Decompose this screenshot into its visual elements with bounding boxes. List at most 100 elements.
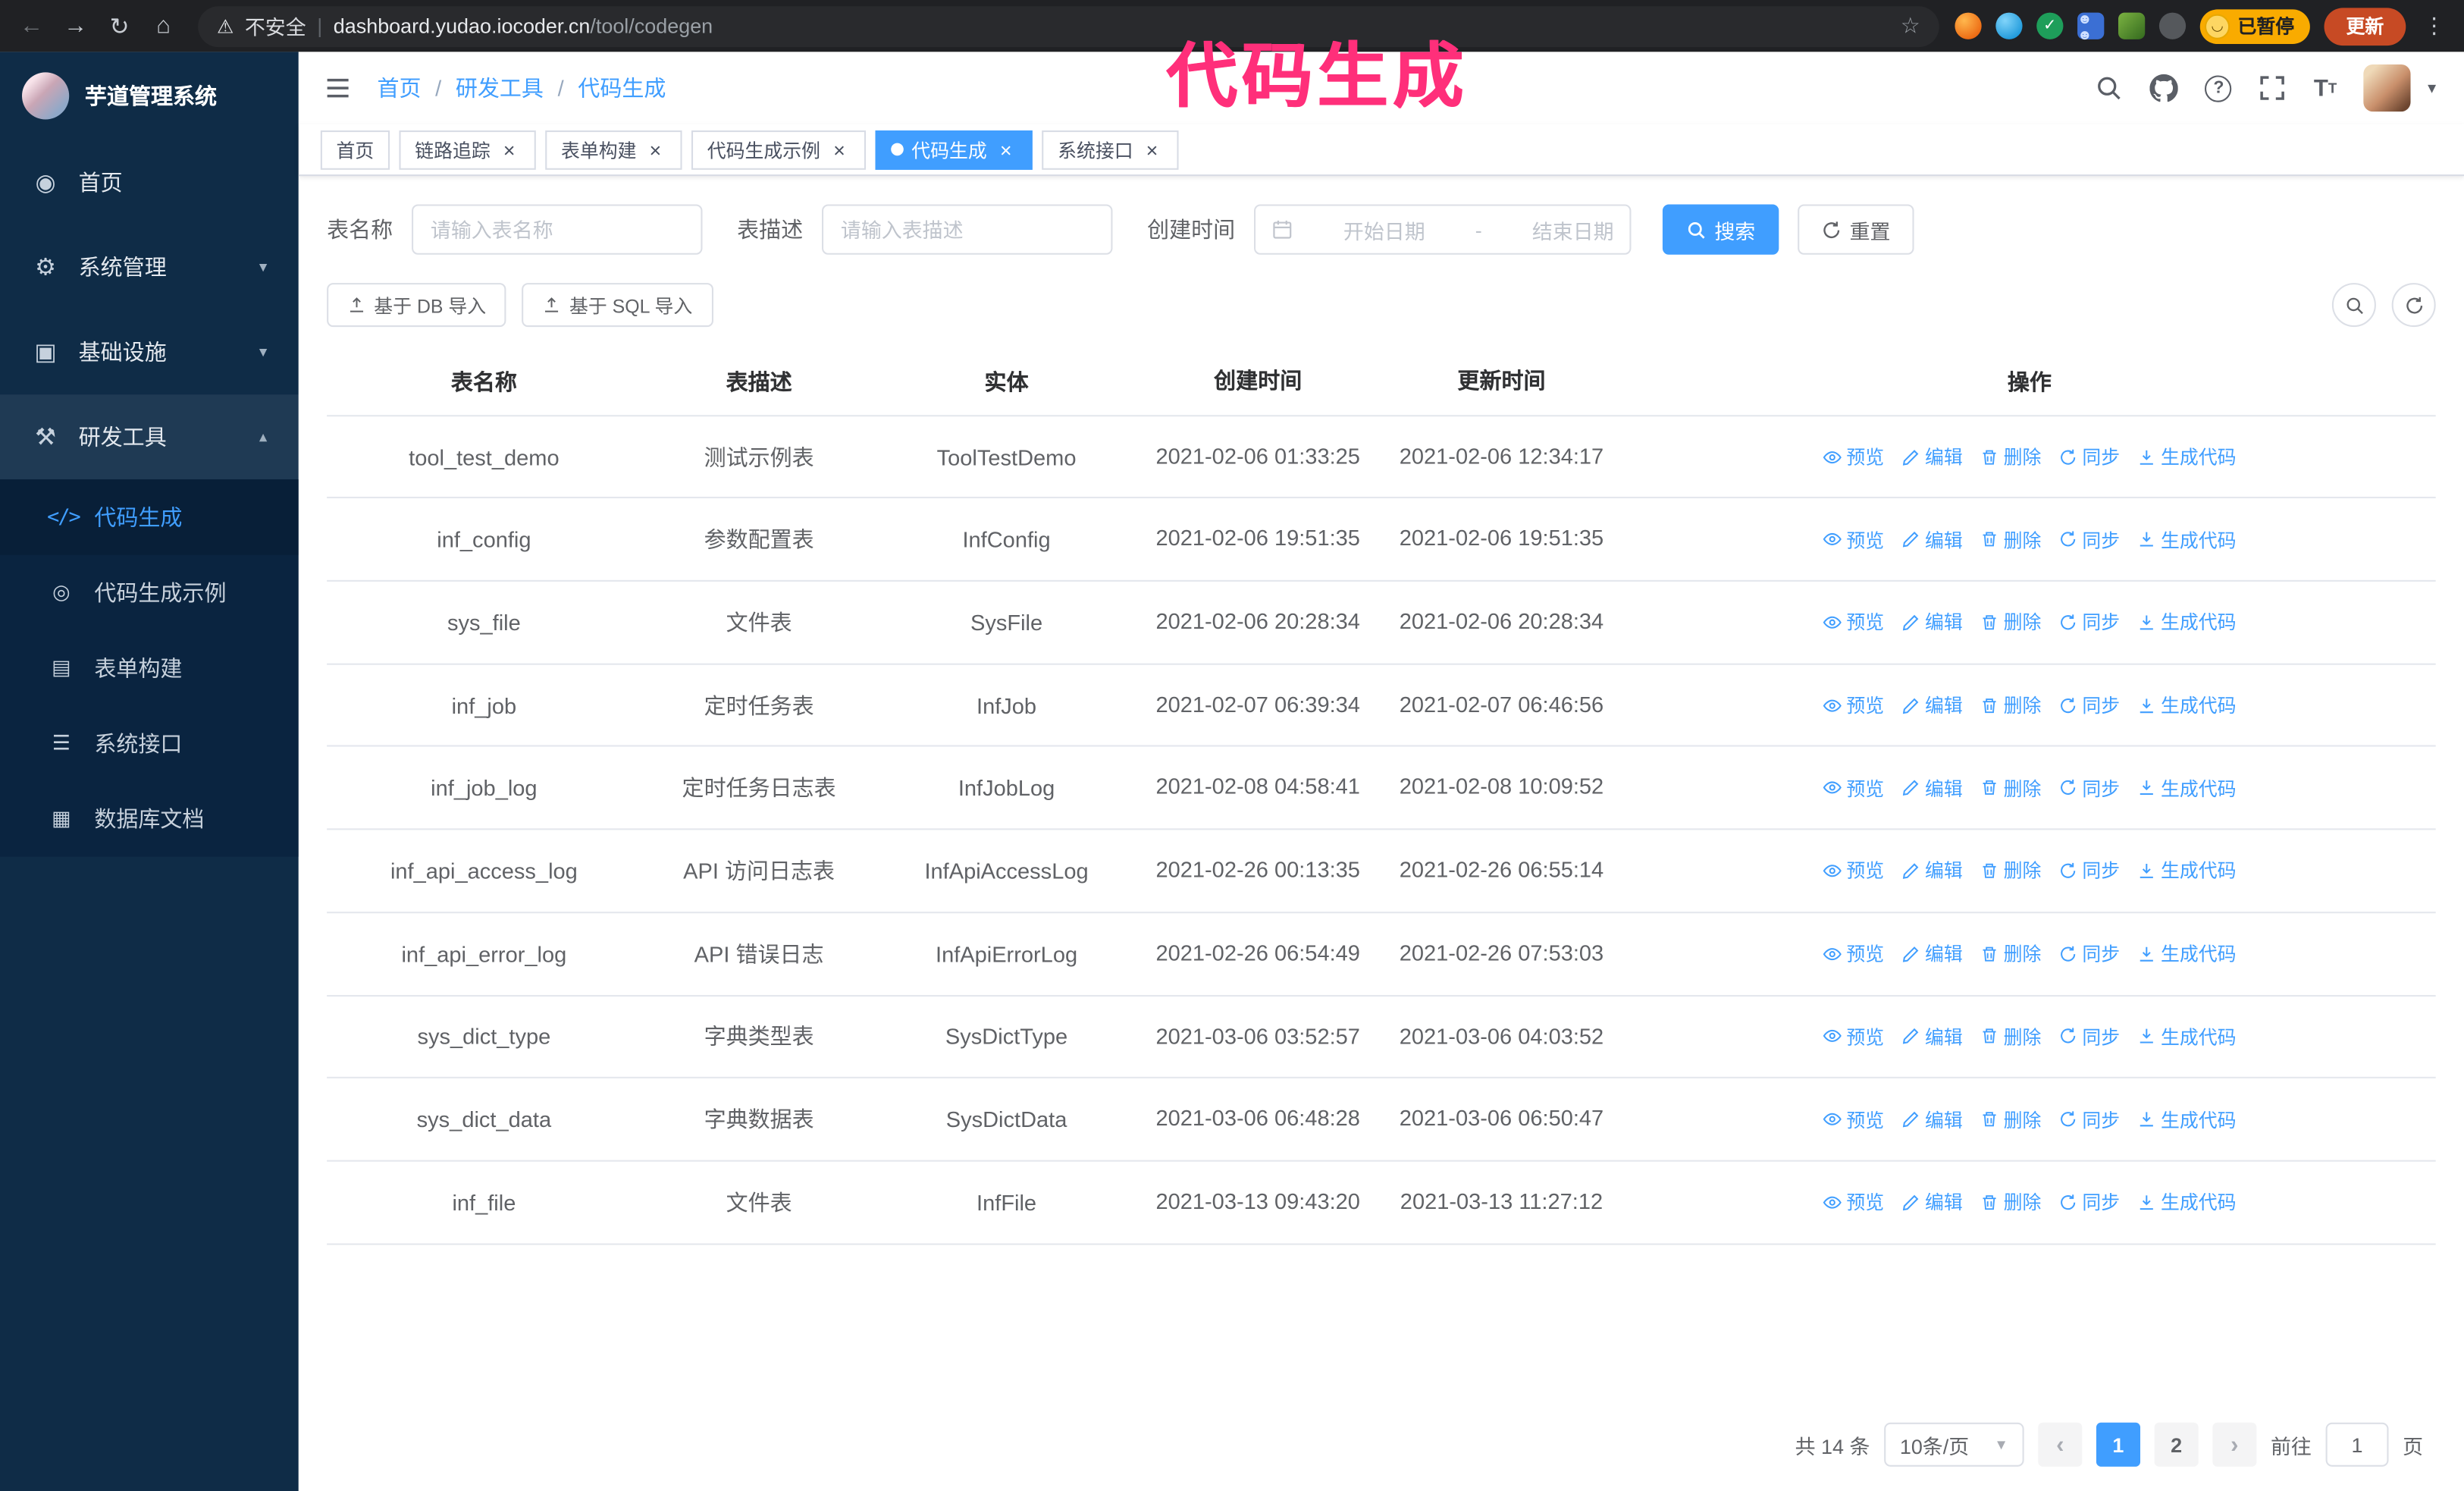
edit-link[interactable]: 编辑 bbox=[1901, 1106, 1963, 1132]
close-icon[interactable]: × bbox=[1141, 138, 1163, 160]
browser-home-icon[interactable]: ⌂ bbox=[145, 7, 183, 45]
browser-menu-icon[interactable]: ⋮ bbox=[2420, 13, 2448, 39]
generate-code-link[interactable]: 生成代码 bbox=[2137, 609, 2237, 636]
preview-link[interactable]: 预览 bbox=[1823, 858, 1884, 884]
search-icon[interactable] bbox=[2096, 74, 2124, 102]
sidebar-item-codegen-example[interactable]: ◎ 代码生成示例 bbox=[0, 555, 299, 630]
edit-link[interactable]: 编辑 bbox=[1901, 692, 1963, 718]
sidebar-item-codegen[interactable]: </> 代码生成 bbox=[0, 479, 299, 555]
avatar-caret-icon[interactable]: ▼ bbox=[2425, 80, 2438, 96]
extension-icon[interactable]: ☻☻ bbox=[2077, 10, 2105, 42]
breadcrumb-codegen[interactable]: 代码生成 bbox=[578, 72, 666, 103]
extension-icon[interactable] bbox=[2118, 12, 2146, 39]
preview-link[interactable]: 预览 bbox=[1823, 940, 1884, 967]
preview-link[interactable]: 预览 bbox=[1823, 1188, 1884, 1215]
edit-link[interactable]: 编辑 bbox=[1901, 609, 1963, 636]
app-logo[interactable]: 芋道管理系统 bbox=[0, 52, 299, 140]
table-desc-input[interactable] bbox=[822, 204, 1113, 255]
address-bar[interactable]: ⚠ 不安全 | dashboard.yudao.iocoder.cn/tool/… bbox=[198, 5, 1939, 47]
delete-link[interactable]: 删除 bbox=[1980, 1106, 2041, 1132]
close-icon[interactable]: × bbox=[644, 138, 666, 160]
generate-code-link[interactable]: 生成代码 bbox=[2137, 858, 2237, 884]
sidebar-item-home[interactable]: ◉ 首页 bbox=[0, 140, 299, 224]
sync-link[interactable]: 同步 bbox=[2058, 774, 2120, 801]
delete-link[interactable]: 删除 bbox=[1980, 1188, 2041, 1215]
table-name-input[interactable] bbox=[412, 204, 703, 255]
edit-link[interactable]: 编辑 bbox=[1901, 444, 1963, 470]
sidebar-item-devtools[interactable]: ⚒ 研发工具 ▴ bbox=[0, 394, 299, 480]
prev-page-button[interactable]: ‹ bbox=[2038, 1422, 2083, 1467]
edit-link[interactable]: 编辑 bbox=[1901, 1023, 1963, 1050]
bookmark-star-icon[interactable]: ☆ bbox=[1901, 13, 1920, 39]
browser-forward-icon[interactable]: → bbox=[57, 7, 95, 45]
preview-link[interactable]: 预览 bbox=[1823, 1106, 1884, 1132]
browser-update-button[interactable]: 更新 bbox=[2324, 7, 2406, 46]
tab-home[interactable]: 首页 bbox=[320, 129, 390, 169]
tab-tracing[interactable]: 链路追踪 × bbox=[399, 129, 536, 169]
preview-link[interactable]: 预览 bbox=[1823, 1023, 1884, 1050]
toggle-search-button[interactable] bbox=[2331, 283, 2376, 328]
generate-code-link[interactable]: 生成代码 bbox=[2137, 1188, 2237, 1215]
sync-link[interactable]: 同步 bbox=[2058, 1023, 2120, 1050]
breadcrumb-home[interactable]: 首页 bbox=[377, 72, 421, 103]
tab-codegen[interactable]: 代码生成 × bbox=[875, 129, 1033, 169]
preview-link[interactable]: 预览 bbox=[1823, 609, 1884, 636]
tab-form-builder[interactable]: 表单构建 × bbox=[545, 129, 682, 169]
edit-link[interactable]: 编辑 bbox=[1901, 774, 1963, 801]
browser-refresh-icon[interactable]: ↻ bbox=[101, 7, 139, 45]
edit-link[interactable]: 编辑 bbox=[1901, 526, 1963, 553]
extension-icon[interactable] bbox=[2158, 12, 2187, 39]
preview-link[interactable]: 预览 bbox=[1823, 444, 1884, 470]
sync-link[interactable]: 同步 bbox=[2058, 858, 2120, 884]
delete-link[interactable]: 删除 bbox=[1980, 940, 2041, 967]
sync-link[interactable]: 同步 bbox=[2058, 940, 2120, 967]
generate-code-link[interactable]: 生成代码 bbox=[2137, 1023, 2237, 1050]
generate-code-link[interactable]: 生成代码 bbox=[2137, 774, 2237, 801]
delete-link[interactable]: 删除 bbox=[1980, 692, 2041, 718]
font-size-icon[interactable]: TT bbox=[2314, 77, 2337, 100]
close-icon[interactable]: × bbox=[498, 138, 520, 160]
delete-link[interactable]: 删除 bbox=[1980, 609, 2041, 636]
edit-link[interactable]: 编辑 bbox=[1901, 940, 1963, 967]
page-size-select[interactable]: 10条/页 ▼ bbox=[1884, 1422, 2024, 1467]
delete-link[interactable]: 删除 bbox=[1980, 1023, 2041, 1050]
sidebar-item-db-doc[interactable]: ▦ 数据库文档 bbox=[0, 781, 299, 856]
close-icon[interactable]: × bbox=[995, 138, 1017, 160]
close-icon[interactable]: × bbox=[828, 138, 850, 160]
goto-page-input[interactable] bbox=[2325, 1422, 2389, 1467]
sync-link[interactable]: 同步 bbox=[2058, 609, 2120, 636]
search-button[interactable]: 搜索 bbox=[1662, 204, 1779, 255]
sync-link[interactable]: 同步 bbox=[2058, 692, 2120, 718]
generate-code-link[interactable]: 生成代码 bbox=[2137, 1106, 2237, 1132]
extension-icon[interactable] bbox=[1995, 12, 2023, 39]
page-button-1[interactable]: 1 bbox=[2096, 1422, 2140, 1467]
generate-code-link[interactable]: 生成代码 bbox=[2137, 940, 2237, 967]
generate-code-link[interactable]: 生成代码 bbox=[2137, 444, 2237, 470]
delete-link[interactable]: 删除 bbox=[1980, 526, 2041, 553]
paused-badge[interactable]: ◡ 已暂停 bbox=[2199, 8, 2310, 43]
next-page-button[interactable]: › bbox=[2212, 1422, 2257, 1467]
generate-code-link[interactable]: 生成代码 bbox=[2137, 526, 2237, 553]
preview-link[interactable]: 预览 bbox=[1823, 774, 1884, 801]
sync-link[interactable]: 同步 bbox=[2058, 1188, 2120, 1215]
delete-link[interactable]: 删除 bbox=[1980, 774, 2041, 801]
extension-icon[interactable] bbox=[1955, 12, 1982, 39]
extension-icon[interactable]: ✓ bbox=[2036, 12, 2064, 39]
edit-link[interactable]: 编辑 bbox=[1901, 858, 1963, 884]
sidebar-item-form-builder[interactable]: ▤ 表单构建 bbox=[0, 630, 299, 705]
sync-link[interactable]: 同步 bbox=[2058, 526, 2120, 553]
sidebar-item-infra[interactable]: ▣ 基础设施 ▾ bbox=[0, 309, 299, 394]
import-sql-button[interactable]: 基于 SQL 导入 bbox=[522, 283, 713, 328]
tab-api[interactable]: 系统接口 × bbox=[1042, 129, 1179, 169]
help-icon[interactable]: ? bbox=[2205, 74, 2233, 102]
sync-link[interactable]: 同步 bbox=[2058, 1106, 2120, 1132]
user-avatar[interactable] bbox=[2363, 64, 2411, 112]
breadcrumb-devtools[interactable]: 研发工具 bbox=[456, 72, 544, 103]
sidebar-item-system[interactable]: ⚙ 系统管理 ▾ bbox=[0, 224, 299, 309]
date-range-picker[interactable]: 开始日期 - 结束日期 bbox=[1254, 204, 1632, 255]
collapse-sidebar-icon[interactable] bbox=[324, 74, 352, 102]
sync-link[interactable]: 同步 bbox=[2058, 444, 2120, 470]
github-icon[interactable] bbox=[2150, 74, 2179, 102]
reset-button[interactable]: 重置 bbox=[1798, 204, 1914, 255]
tab-codegen-example[interactable]: 代码生成示例 × bbox=[691, 129, 867, 169]
